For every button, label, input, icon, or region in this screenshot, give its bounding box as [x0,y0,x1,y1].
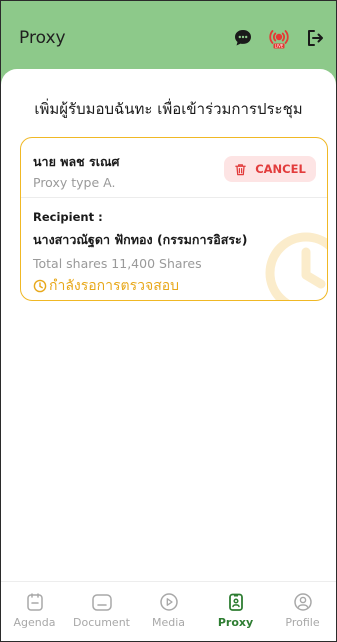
nav-item-document[interactable]: Document [72,592,132,629]
nav-item-proxy[interactable]: Proxy [206,592,266,629]
nav-label-agenda: Agenda [13,616,56,629]
profile-icon [293,593,312,611]
app-bar: Proxy LIVE [1,1,336,69]
trash-icon [235,163,246,175]
logout-icon[interactable] [304,27,326,49]
nav-item-media[interactable]: Media [139,592,199,629]
cancel-button[interactable]: CANCEL [224,156,316,182]
bottom-navigation: Agenda Document Media Proxy Profile [1,581,336,641]
proxy-type: Proxy type A. [33,175,116,190]
recipient-section: Recipient : นางสาวณัฐดา ฟักทอง (กรรมการอ… [21,198,327,300]
page-title: Proxy [19,28,66,48]
app-bar-actions: LIVE [232,27,326,49]
page-heading: เพิ่มผู้รับมอบฉันทะ เพื่อเข้าร่วมการประช… [34,100,303,118]
cancel-button-label: CANCEL [255,162,306,176]
clock-icon [33,279,47,293]
proxy-name: นาย พลช รเณศ [33,154,120,169]
content-panel: เพิ่มผู้รับมอบฉันทะ เพื่อเข้าร่วมการประช… [1,69,336,581]
media-icon [159,593,178,611]
nav-item-agenda[interactable]: Agenda [5,592,65,629]
proxy-card: นาย พลช รเณศ Proxy type A. CANCEL Recipi… [20,137,328,301]
nav-label-proxy: Proxy [217,616,254,629]
nav-label-media: Media [151,616,186,629]
proxy-card-header: นาย พลช รเณศ Proxy type A. CANCEL [21,138,327,198]
live-badge-text: LIVE [275,44,284,49]
status-text: กำลังรอการตรวจสอบ [49,278,180,294]
chat-icon[interactable] [232,27,254,49]
nav-label-profile: Profile [285,616,320,629]
agenda-icon [26,593,43,611]
live-icon[interactable]: LIVE [268,27,290,49]
nav-label-document: Document [73,616,130,629]
proxy-icon [228,593,243,611]
clock-watermark-icon [265,232,327,300]
recipient-label: Recipient : [33,210,103,224]
document-icon [91,594,112,611]
nav-item-profile[interactable]: Profile [273,592,333,629]
phone-screen: Proxy LIVE เพิ่มผู้รับมอบฉันทะ เพื่อเข้า… [0,0,337,642]
